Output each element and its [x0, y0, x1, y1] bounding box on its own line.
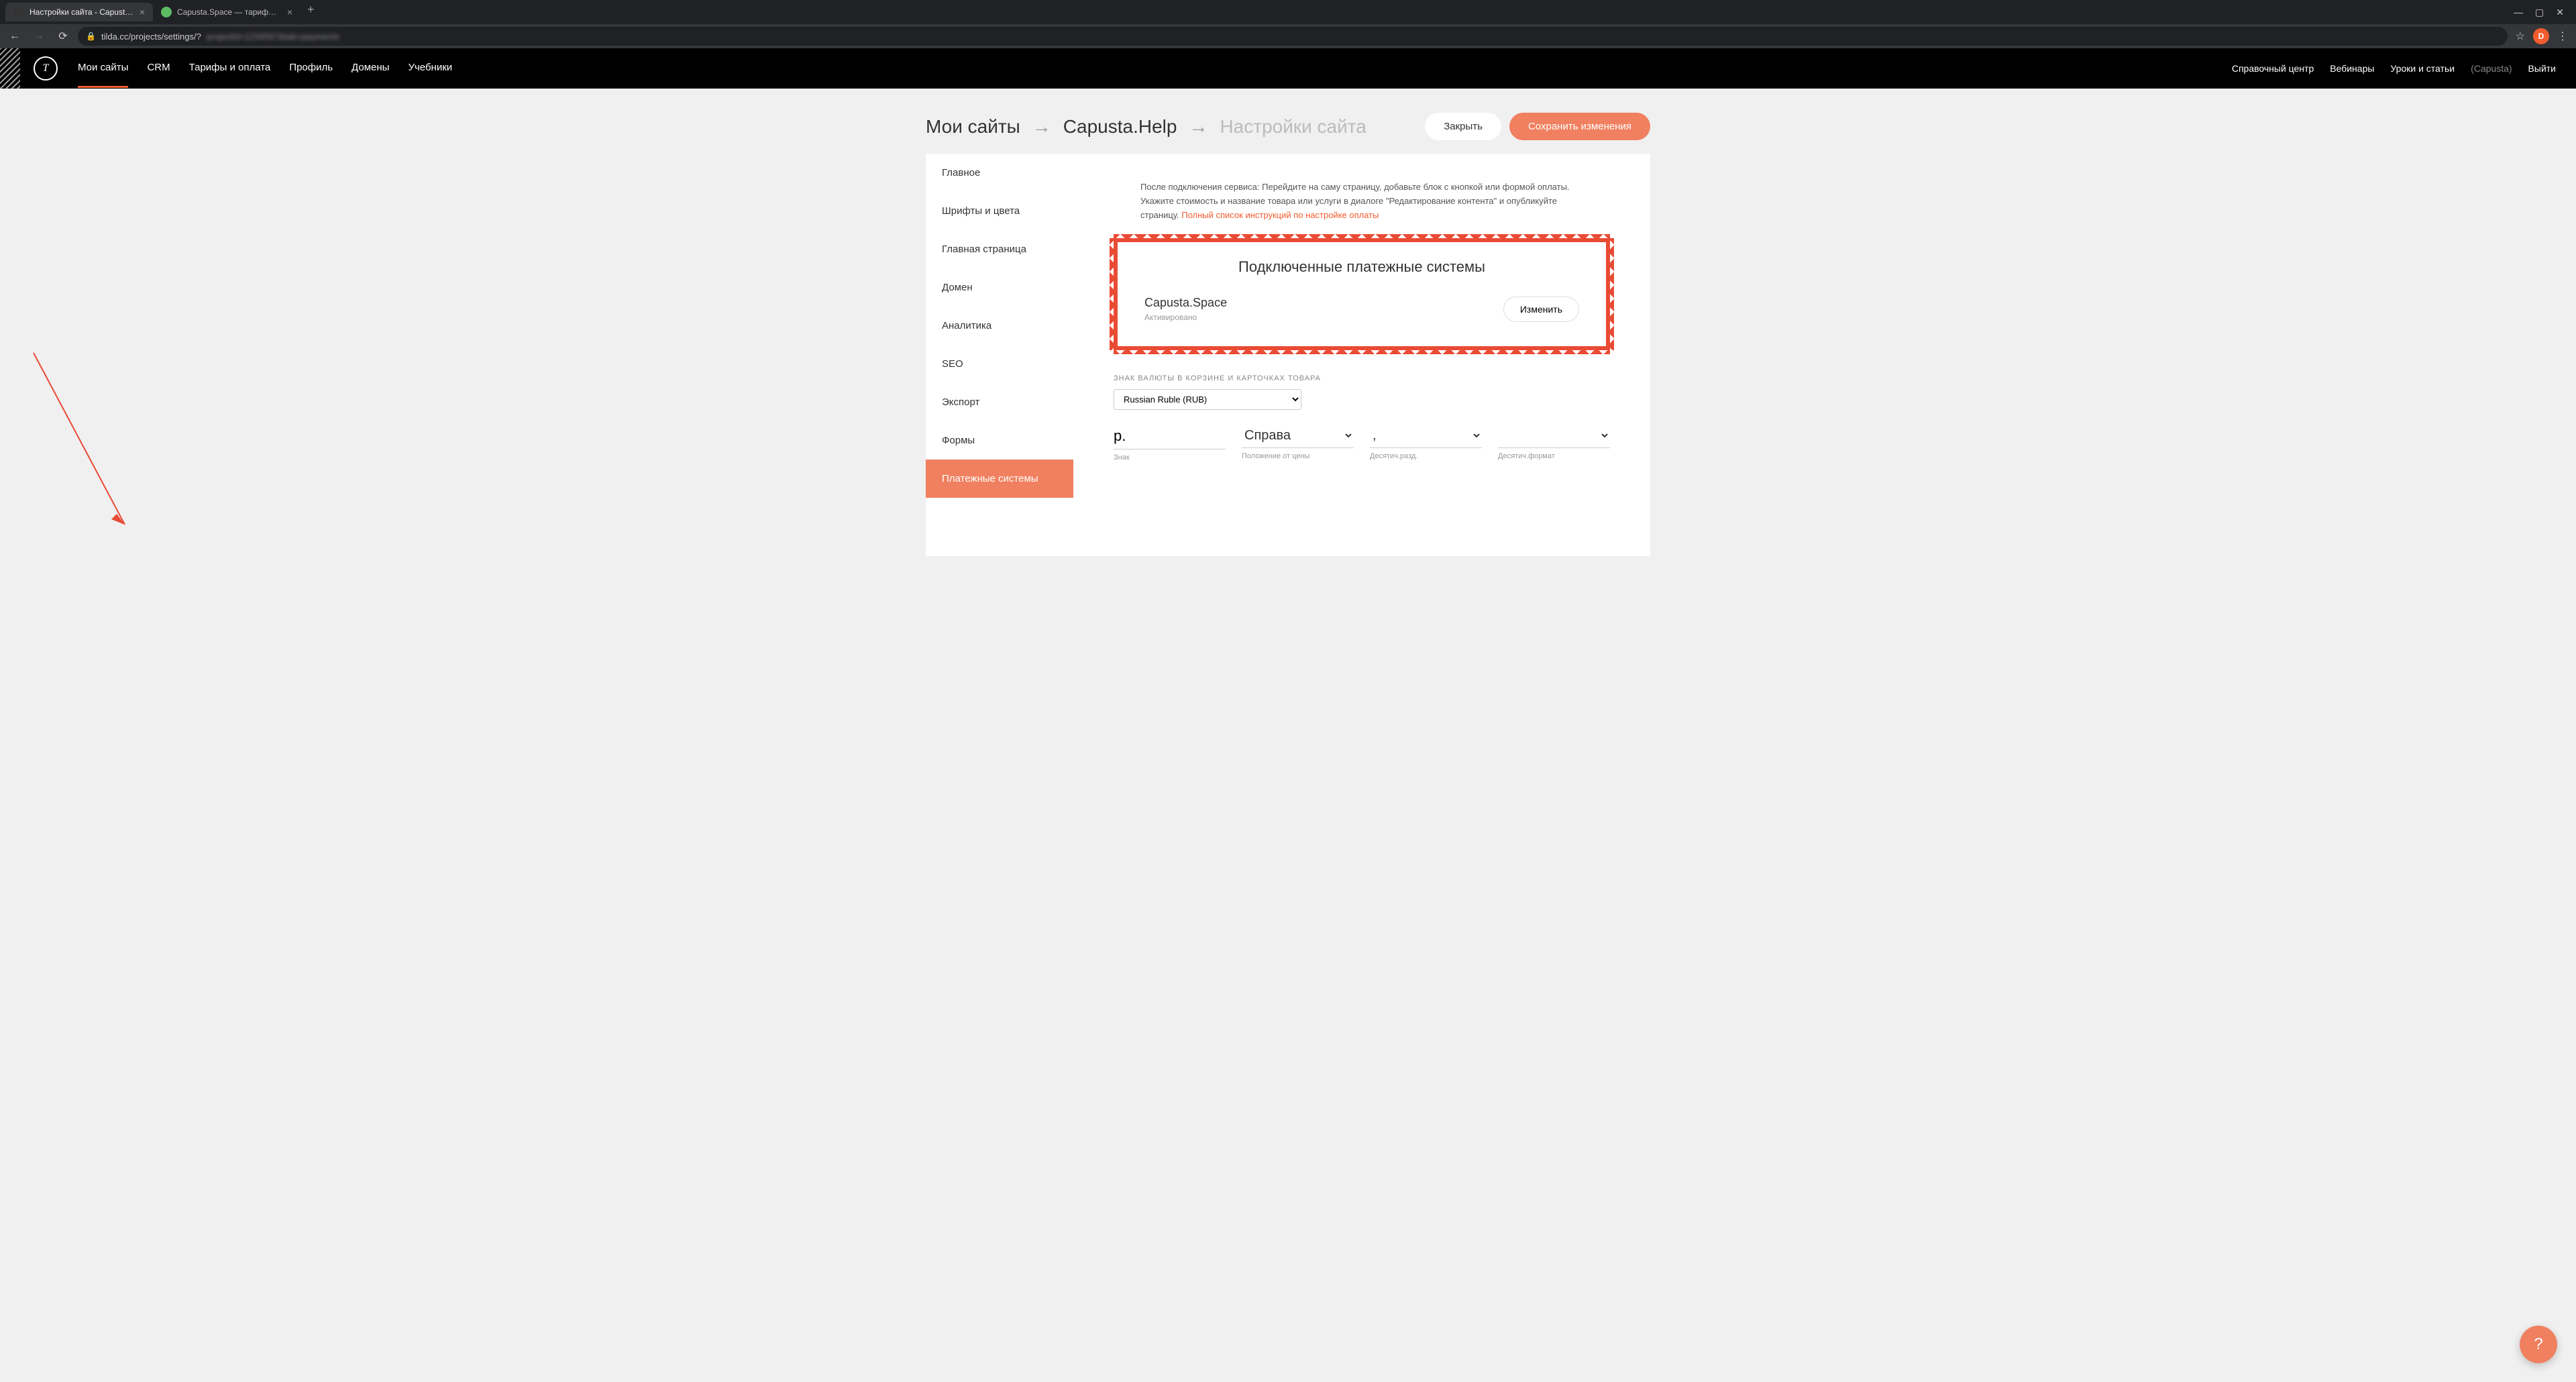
tilda-pattern [0, 48, 20, 89]
currency-col-decimal-fmt: Десятич.формат [1498, 423, 1610, 462]
browser-tab-0[interactable]: Настройки сайта - Capusta.Help × [5, 3, 153, 21]
currency-col-decimal-sep: , Десятич.разд. [1370, 423, 1482, 462]
breadcrumb-root[interactable]: Мои сайты [926, 116, 1020, 138]
browser-addressbar: ← → ⟳ 🔒 tilda.cc/projects/settings/? pro… [0, 24, 2576, 48]
sidebar-item-forms[interactable]: Формы [926, 421, 1073, 460]
breadcrumb: Мои сайты → Capusta.Help → Настройки сай… [926, 116, 1366, 138]
browser-tabs: Настройки сайта - Capusta.Help × Capusta… [5, 3, 2507, 21]
nav-username: (Capusta) [2471, 63, 2512, 74]
browser-tab-1[interactable]: Capusta.Space — тарифы и усло × [153, 3, 301, 21]
nav-crm[interactable]: CRM [147, 62, 170, 76]
connected-system-row: Capusta.Space Активировано Изменить [1144, 296, 1579, 322]
back-button[interactable]: ← [5, 27, 24, 46]
tilda-nav-right: Справочный центр Вебинары Уроки и статьи… [2232, 63, 2556, 74]
nav-webinars[interactable]: Вебинары [2330, 63, 2374, 74]
nav-help-center[interactable]: Справочный центр [2232, 63, 2314, 74]
tab-title: Capusta.Space — тарифы и усло [177, 7, 282, 17]
intro-text: После подключения сервиса: Перейдите на … [1114, 180, 1610, 222]
kebab-menu-icon[interactable]: ⋮ [2555, 30, 2571, 43]
connected-systems-title: Подключенные платежные системы [1144, 258, 1579, 276]
settings-sidebar: Главное Шрифты и цвета Главная страница … [926, 154, 1073, 556]
currency-col-position: Справа Положение от цены [1242, 423, 1354, 462]
nav-tariffs[interactable]: Тарифы и оплата [189, 62, 271, 76]
chevron-right-icon: → [1189, 116, 1208, 138]
sidebar-item-export[interactable]: Экспорт [926, 383, 1073, 421]
currency-sub-label: Знак [1114, 454, 1226, 462]
tab-title: Настройки сайта - Capusta.Help [30, 7, 134, 17]
save-button[interactable]: Сохранить изменения [1509, 113, 1650, 140]
edit-button[interactable]: Изменить [1503, 297, 1579, 322]
nav-profile[interactable]: Профиль [289, 62, 333, 76]
url-text: tilda.cc/projects/settings/? [101, 32, 201, 42]
lock-icon: 🔒 [86, 32, 96, 41]
connected-systems-box: Подключенные платежные системы Capusta.S… [1114, 238, 1610, 350]
maximize-icon[interactable]: ▢ [2535, 7, 2544, 18]
url-blurred: projectid=1234567&tab=payments [207, 32, 339, 42]
currency-col-sign: Знак [1114, 423, 1226, 462]
nav-my-sites[interactable]: Мои сайты [78, 62, 128, 76]
close-window-icon[interactable]: ✕ [2556, 7, 2564, 18]
currency-decimal-sep-select[interactable]: , [1370, 423, 1482, 448]
sidebar-item-domain[interactable]: Домен [926, 268, 1073, 307]
sidebar-item-fonts[interactable]: Шрифты и цвета [926, 192, 1073, 230]
currency-sub-label: Десятич.разд. [1370, 452, 1482, 460]
header-actions: Закрыть Сохранить изменения [1425, 113, 1650, 140]
help-fab[interactable]: ? [2520, 1326, 2557, 1363]
nav-articles[interactable]: Уроки и статьи [2390, 63, 2455, 74]
currency-select[interactable]: Russian Ruble (RUB) [1114, 389, 1301, 410]
chevron-right-icon: → [1032, 116, 1051, 138]
currency-sign-input[interactable] [1114, 423, 1226, 449]
tilda-nav-left: Мои сайты CRM Тарифы и оплата Профиль До… [78, 62, 452, 76]
sidebar-item-main[interactable]: Главное [926, 154, 1073, 192]
zigzag-decoration [1110, 238, 1122, 350]
currency-sub-label: Положение от цены [1242, 452, 1354, 460]
browser-titlebar: Настройки сайта - Capusta.Help × Capusta… [0, 0, 2576, 24]
new-tab-button[interactable]: + [301, 3, 321, 21]
minimize-icon[interactable]: — [2514, 7, 2523, 18]
tilda-nav: T Мои сайты CRM Тарифы и оплата Профиль … [0, 48, 2576, 89]
sidebar-item-payments[interactable]: Платежные системы [926, 460, 1073, 498]
star-icon[interactable]: ☆ [2513, 30, 2528, 43]
currency-position-select[interactable]: Справа [1242, 423, 1354, 448]
sidebar-item-homepage[interactable]: Главная страница [926, 230, 1073, 268]
connected-system-status: Активировано [1144, 313, 1227, 322]
close-button[interactable]: Закрыть [1425, 113, 1501, 140]
reload-button[interactable]: ⟳ [54, 27, 72, 46]
zigzag-decoration [1602, 238, 1614, 350]
close-icon[interactable]: × [140, 7, 145, 17]
annotation-arrow [31, 350, 131, 531]
currency-row: Знак Справа Положение от цены , Десятич.… [1114, 423, 1610, 462]
page-header: Мои сайты → Capusta.Help → Настройки сай… [885, 89, 1690, 154]
close-icon[interactable]: × [287, 7, 292, 17]
breadcrumb-project[interactable]: Capusta.Help [1063, 116, 1177, 138]
tab-favicon [161, 7, 172, 17]
sidebar-item-seo[interactable]: SEO [926, 345, 1073, 383]
intro-link[interactable]: Полный список инструкций по настройке оп… [1181, 210, 1379, 220]
nav-logout[interactable]: Выйти [2528, 63, 2556, 74]
currency-decimal-fmt-select[interactable] [1498, 423, 1610, 448]
connected-system-name: Capusta.Space [1144, 296, 1227, 310]
page-body: Мои сайты → Capusta.Help → Настройки сай… [0, 89, 2576, 1382]
url-input[interactable]: 🔒 tilda.cc/projects/settings/? projectid… [78, 27, 2508, 46]
tilda-logo[interactable]: T [34, 56, 58, 81]
forward-button[interactable]: → [30, 27, 48, 46]
currency-sub-label: Десятич.формат [1498, 452, 1610, 460]
sidebar-item-analytics[interactable]: Аналитика [926, 307, 1073, 345]
nav-tutorials[interactable]: Учебники [408, 62, 452, 76]
currency-section-label: ЗНАК ВАЛЮТЫ В КОРЗИНЕ И КАРТОЧКАХ ТОВАРА [1114, 374, 1610, 382]
settings-main: После подключения сервиса: Перейдите на … [1073, 154, 1650, 556]
content-wrap: Главное Шрифты и цвета Главная страница … [885, 154, 1690, 596]
tab-favicon [13, 7, 24, 17]
window-controls: — ▢ ✕ [2507, 7, 2571, 18]
profile-badge[interactable]: D [2533, 28, 2549, 44]
breadcrumb-current: Настройки сайта [1220, 116, 1366, 138]
nav-domains[interactable]: Домены [352, 62, 389, 76]
